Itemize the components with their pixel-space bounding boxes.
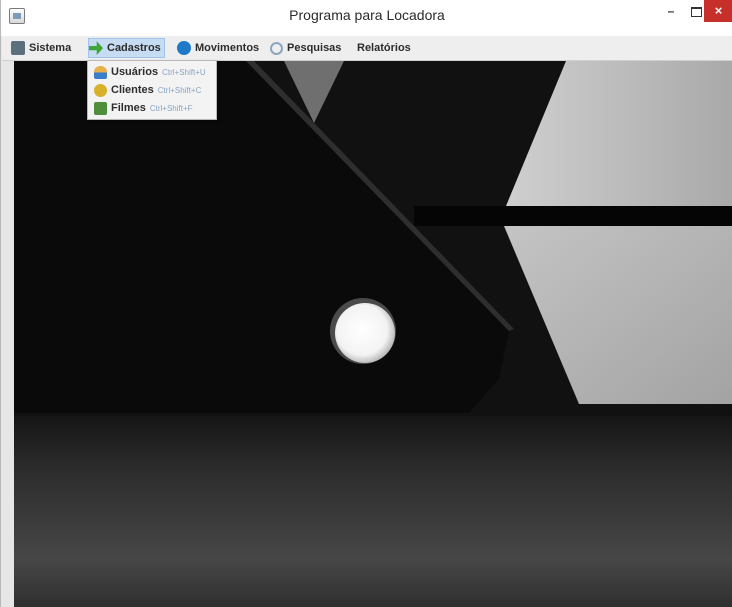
menu-label: Movimentos xyxy=(195,42,260,54)
magnifier-icon xyxy=(270,41,283,55)
desktop-background xyxy=(14,61,732,607)
menu-item-clientes[interactable]: Clientes Ctrl+Shift+C xyxy=(94,81,214,99)
menu-label: Cadastros xyxy=(107,42,161,54)
film-icon xyxy=(94,101,107,115)
printer-icon xyxy=(11,41,25,56)
shortcut-label: Ctrl+Shift+U xyxy=(162,68,206,77)
cadastros-dropdown-menu: Usuários Ctrl+Shift+U Clientes Ctrl+Shift+… xyxy=(87,60,217,120)
menu-item-label: Filmes xyxy=(111,102,146,114)
menu-relatorios[interactable]: Relatórios xyxy=(357,39,411,57)
menu-label: Sistema xyxy=(29,42,72,54)
menu-item-usuarios[interactable]: Usuários Ctrl+Shift+U xyxy=(94,63,214,81)
menu-label: Pesquisas xyxy=(287,42,342,54)
menu-bar: Sistema Cadastros Movimentos Pesquisas R… xyxy=(2,36,732,61)
maximize-icon xyxy=(690,6,702,17)
menu-item-filmes[interactable]: Filmes Ctrl+Shift+F xyxy=(94,99,214,117)
title-bar: Programa para Locadora – × xyxy=(1,0,732,36)
users-icon xyxy=(94,65,107,79)
window-title: Programa para Locadora xyxy=(289,7,445,23)
blue-globe-icon xyxy=(177,41,191,56)
menu-sistema[interactable]: Sistema xyxy=(11,39,71,57)
menu-movimentos[interactable]: Movimentos xyxy=(177,39,259,57)
app-window: Programa para Locadora – × Sistema Cadas… xyxy=(0,0,732,607)
clapperboard-wallpaper xyxy=(14,61,732,607)
menu-cadastros[interactable]: Cadastros xyxy=(88,38,165,58)
clients-icon xyxy=(94,83,107,97)
menu-item-label: Clientes xyxy=(111,84,154,96)
shortcut-label: Ctrl+Shift+F xyxy=(149,104,193,113)
minimize-button[interactable]: – xyxy=(657,0,685,22)
green-arrow-icon xyxy=(89,41,103,56)
menu-pesquisas[interactable]: Pesquisas xyxy=(270,39,341,57)
close-button[interactable]: × xyxy=(704,0,732,22)
shortcut-label: Ctrl+Shift+C xyxy=(157,86,202,95)
menu-label: Relatórios xyxy=(357,42,411,54)
menu-item-label: Usuários xyxy=(111,66,159,78)
